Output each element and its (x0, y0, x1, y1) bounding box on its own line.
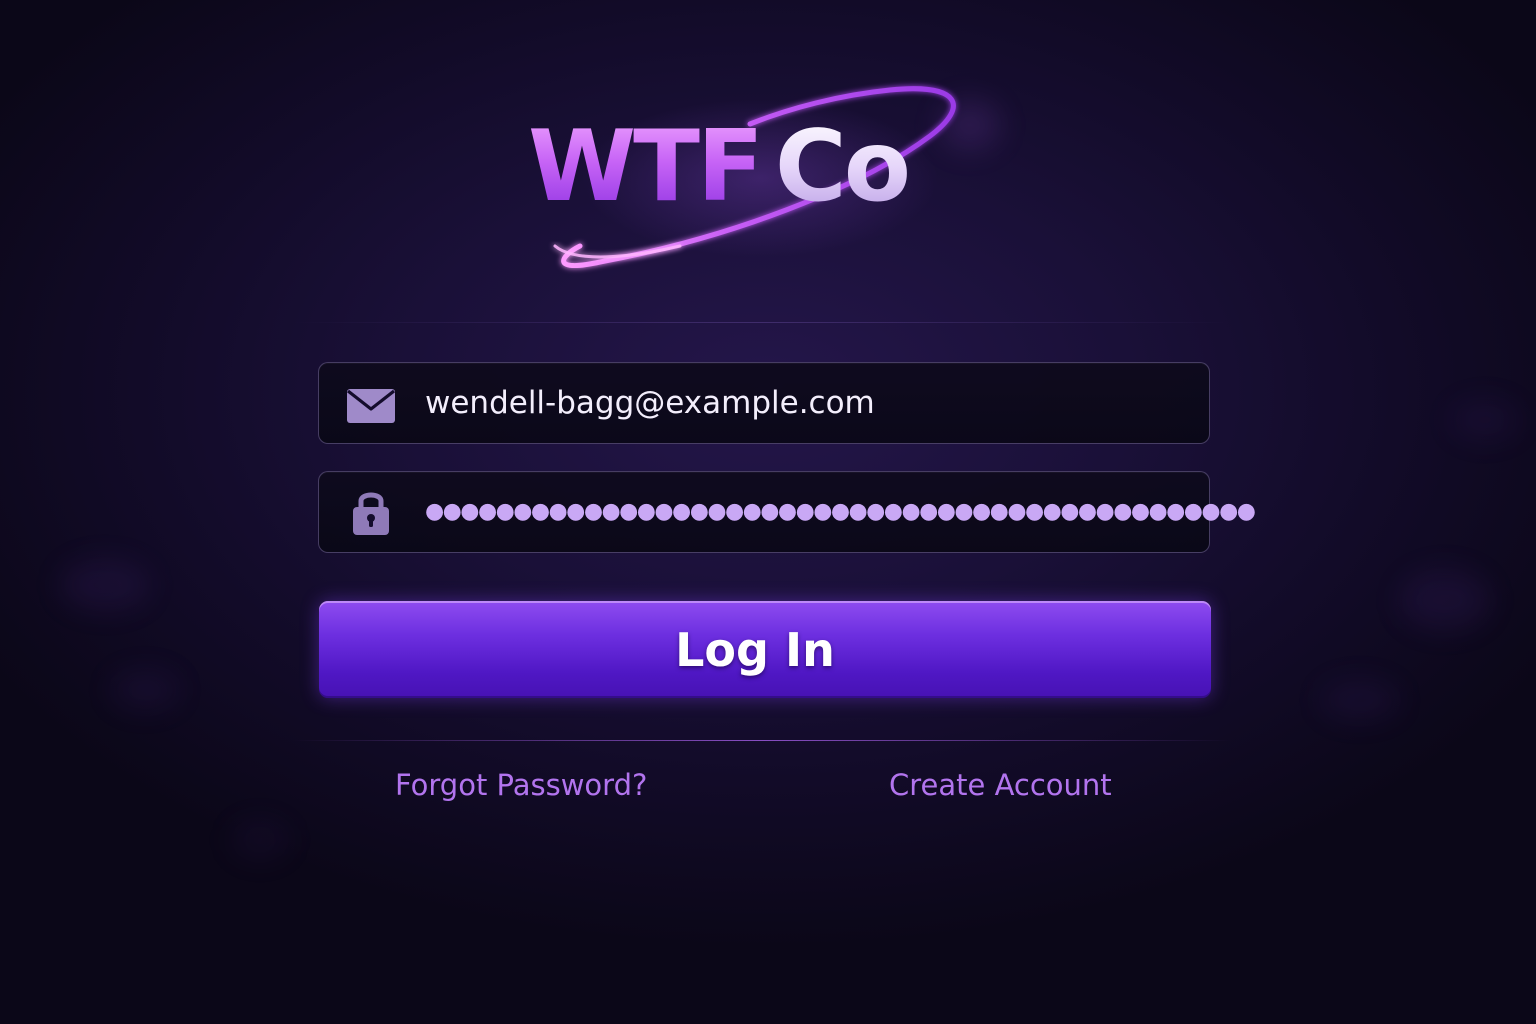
background-bokeh (110, 670, 180, 710)
email-field[interactable]: wendell-bagg@example.com (318, 362, 1210, 444)
bottom-divider (292, 740, 1232, 741)
email-value[interactable]: wendell-bagg@example.com (425, 363, 875, 443)
login-button-label: Log In (675, 622, 835, 677)
login-button[interactable]: Log In (319, 601, 1211, 698)
background-bokeh (1450, 400, 1520, 440)
background-bokeh (60, 560, 150, 610)
forgot-password-link[interactable]: Forgot Password? (395, 763, 647, 807)
password-field[interactable]: ●●●●●●●●●●●●●●●●●●●●●●●●●●●●●●●●●●●●●●●●… (318, 471, 1256, 553)
create-account-link[interactable]: Create Account (889, 763, 1112, 807)
logo-wordmark: WTF Co (528, 118, 911, 216)
envelope-icon (347, 389, 395, 423)
background-bokeh (230, 820, 290, 860)
top-divider (292, 322, 1232, 323)
brand-logo: WTF Co (520, 78, 990, 278)
logo-text-co: Co (774, 110, 911, 224)
password-value[interactable]: ●●●●●●●●●●●●●●●●●●●●●●●●●●●●●●●●●●●●●●●●… (425, 472, 1256, 552)
logo-text-wtf: WTF (528, 110, 764, 224)
background-bokeh (1320, 680, 1400, 720)
background-bokeh (1400, 570, 1490, 630)
lock-icon (353, 492, 389, 535)
